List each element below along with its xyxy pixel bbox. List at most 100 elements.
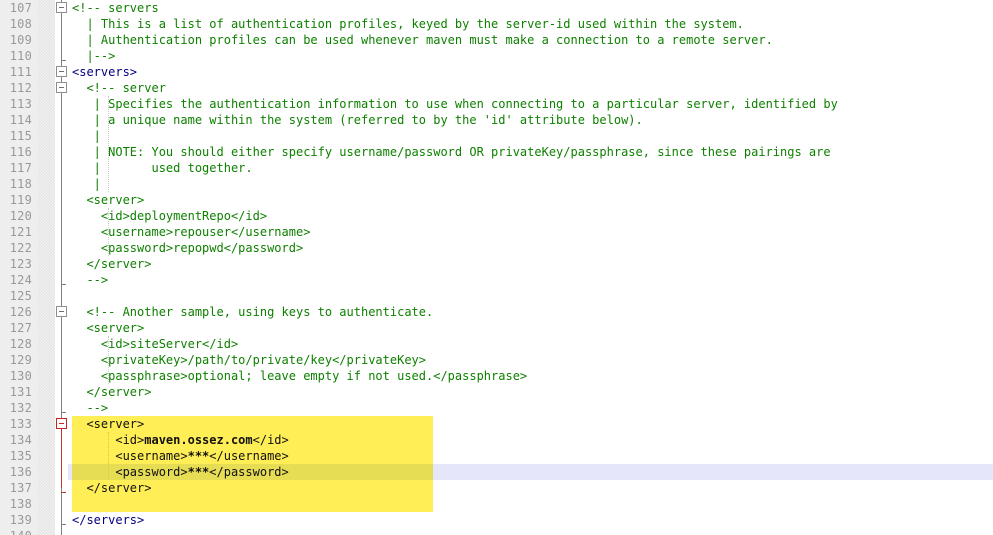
line-number: 116 [9, 145, 32, 159]
line-number: 121 [9, 225, 32, 239]
fold-collapse-icon[interactable] [56, 82, 67, 93]
comment-token: | [72, 177, 101, 191]
fold-collapse-icon[interactable] [56, 306, 67, 317]
code-content-area[interactable]: <!-- servers | This is a list of authent… [68, 0, 993, 535]
line-number: 115 [9, 129, 32, 143]
comment-token: --> [72, 401, 109, 415]
fold-collapse-icon[interactable] [56, 2, 67, 13]
comment-token: <!-- servers [72, 1, 159, 15]
code-line[interactable]: <id>maven.ossez.com</id> [72, 432, 288, 448]
line-number: 134 [9, 433, 32, 447]
line-number: 109 [9, 33, 32, 47]
line-number: 133 [9, 417, 32, 431]
code-line[interactable]: </server> [72, 256, 151, 272]
comment-token: </server> [72, 257, 152, 271]
comment-token: <server> [72, 321, 145, 335]
comment-token: <id>siteServer</id> [72, 337, 239, 351]
code-token: </password> [209, 465, 289, 479]
code-line[interactable]: | [72, 128, 101, 144]
line-number: 117 [9, 161, 32, 175]
comment-token: | NOTE: You should either specify userna… [72, 145, 831, 159]
comment-token: <id>deploymentRepo</id> [72, 209, 268, 223]
comment-token: <passphrase>optional; leave empty if not… [72, 369, 528, 383]
comment-token: | used together. [72, 161, 253, 175]
code-line[interactable]: | Authentication profiles can be used wh… [72, 32, 773, 48]
code-token: </username> [209, 449, 289, 463]
code-token: <server> [72, 417, 145, 431]
line-number: 127 [9, 321, 32, 335]
code-line[interactable]: | NOTE: You should either specify userna… [72, 144, 831, 160]
line-number: 140 [0, 528, 32, 535]
comment-token: | Authentication profiles can be used wh… [72, 33, 773, 47]
line-number: 124 [9, 273, 32, 287]
code-token: </server> [72, 481, 152, 495]
code-line[interactable]: | a unique name within the system (refer… [72, 112, 643, 128]
comment-token: <username>repouser</username> [72, 225, 311, 239]
line-number: 107 [9, 1, 32, 15]
code-line[interactable]: --> [72, 272, 108, 288]
comment-token: </server> [72, 385, 152, 399]
line-number: 114 [9, 113, 32, 127]
line-number: 139 [9, 513, 32, 527]
comment-token: | This is a list of authentication profi… [72, 17, 744, 31]
line-number-gutter[interactable]: 107 108 109 110 111 112 113 114 115 116 117 118 119 1… [0, 0, 38, 535]
code-folding-gutter[interactable] [55, 0, 68, 535]
code-line[interactable]: | used together. [72, 160, 253, 176]
code-line[interactable]: </server> [72, 480, 151, 496]
code-line[interactable]: <server> [72, 416, 144, 432]
fold-collapse-icon[interactable] [56, 418, 67, 429]
code-line[interactable]: | Specifies the authentication informati… [72, 96, 838, 112]
code-token: <password> [72, 465, 188, 479]
code-line[interactable]: </server> [72, 384, 151, 400]
line-number: 131 [9, 385, 32, 399]
code-line[interactable]: <servers> [72, 64, 137, 80]
code-line[interactable]: <id>deploymentRepo</id> [72, 208, 267, 224]
code-line[interactable]: <privateKey>/path/to/private/key</privat… [72, 352, 426, 368]
line-number: 132 [9, 401, 32, 415]
xml-tag-token: </servers> [72, 513, 145, 527]
comment-token: | Specifies the authentication informati… [72, 97, 838, 111]
line-number: 113 [9, 97, 32, 111]
value-token: maven.ossez.com [144, 433, 253, 447]
code-line[interactable]: <username>***</username> [72, 448, 289, 464]
fold-region-end-icon [61, 492, 66, 493]
code-line[interactable]: <server> [72, 320, 144, 336]
fold-region-end-icon [61, 412, 66, 413]
code-line[interactable]: <!-- servers [72, 0, 159, 16]
code-line[interactable]: | [72, 176, 101, 192]
xml-tag-token: <servers> [72, 65, 138, 79]
code-token: <username> [72, 449, 188, 463]
code-line[interactable]: <!-- server [72, 80, 165, 96]
value-token: *** [187, 449, 210, 463]
line-number: 111 [9, 65, 32, 79]
code-line[interactable]: --> [72, 400, 108, 416]
line-number: 112 [9, 81, 32, 95]
comment-token: --> [72, 273, 109, 287]
code-editor[interactable]: 107 108 109 110 111 112 113 114 115 116 117 118 119 1… [0, 0, 993, 535]
code-line[interactable]: <server> [72, 192, 144, 208]
code-line[interactable]: | This is a list of authentication profi… [72, 16, 744, 32]
fold-region-end-icon [61, 524, 66, 525]
code-line[interactable]: <!-- Another sample, using keys to authe… [72, 304, 433, 320]
line-number: 138 [9, 497, 32, 511]
line-number: 125 [9, 289, 32, 303]
line-number: 122 [9, 241, 32, 255]
code-line[interactable]: <id>siteServer</id> [72, 336, 238, 352]
line-number: 126 [9, 305, 32, 319]
line-number: 135 [9, 449, 32, 463]
code-line[interactable]: <passphrase>optional; leave empty if not… [72, 368, 527, 384]
code-line[interactable]: <password>repopwd</password> [72, 240, 303, 256]
code-line[interactable]: </servers> [72, 512, 144, 528]
code-token: <id> [72, 433, 145, 447]
active-fold-region-line [61, 419, 62, 488]
gutter-hatch-strip [38, 0, 55, 535]
code-line[interactable]: <password>***</password> [72, 464, 289, 480]
comment-token: <!-- Another sample, using keys to authe… [72, 305, 434, 319]
comment-token: <privateKey>/path/to/private/key</privat… [72, 353, 427, 367]
code-line[interactable]: <username>repouser</username> [72, 224, 311, 240]
fold-region-end-icon [61, 60, 66, 61]
code-line[interactable]: |--> [72, 48, 115, 64]
comment-token: <password>repopwd</password> [72, 241, 304, 255]
comment-token: <server> [72, 193, 145, 207]
fold-collapse-icon[interactable] [56, 66, 67, 77]
